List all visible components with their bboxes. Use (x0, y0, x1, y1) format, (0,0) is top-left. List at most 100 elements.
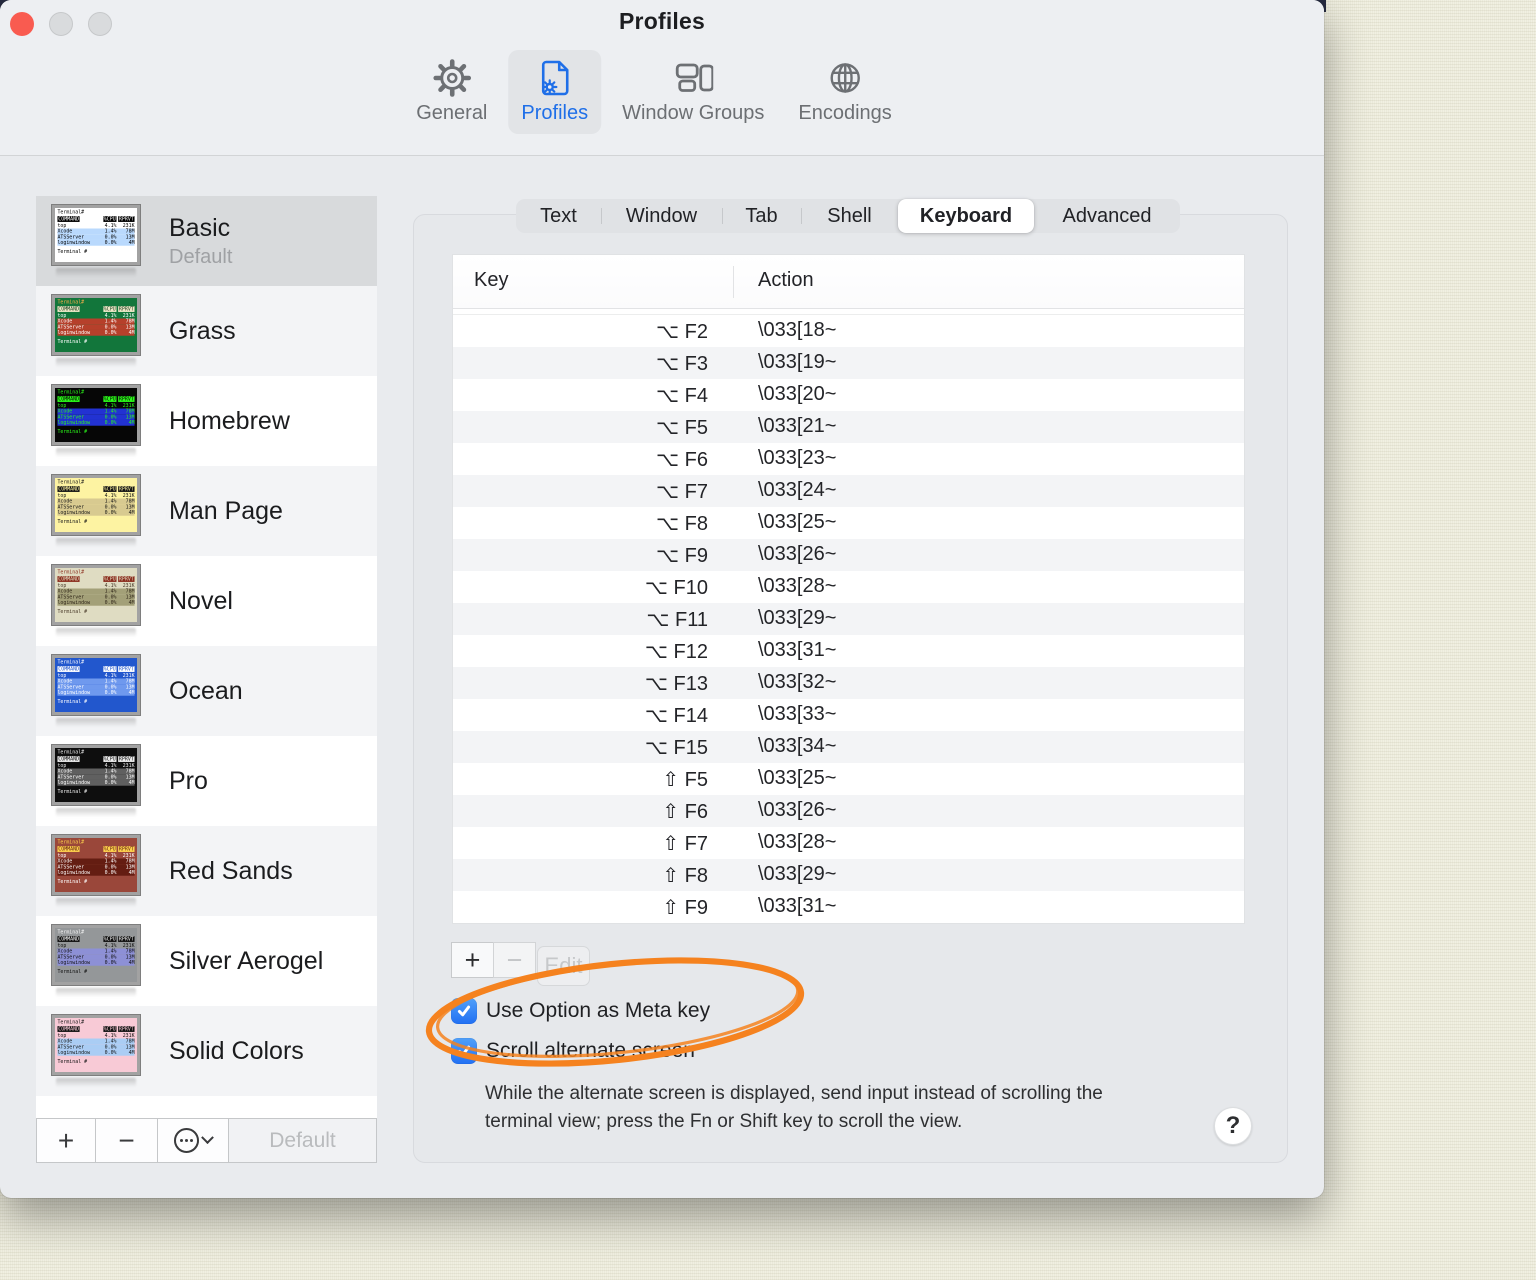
window-title: Profiles (619, 8, 705, 34)
key-mapping-row[interactable]: ⌥ F2 \033[18~ (453, 315, 1244, 347)
key-mapping-row[interactable]: ⌥ F7 \033[24~ (453, 475, 1244, 507)
checkmark-icon (457, 1045, 471, 1056)
action-cell: \033[28~ (758, 575, 837, 597)
action-cell: \033[33~ (758, 703, 837, 725)
thumbnail-reflection (56, 718, 136, 727)
thumbnail-reflection (56, 358, 136, 367)
profile-list-item-man-page[interactable]: Terminal# COMMAND %CPU RPRVT top 4.1% 231K X… (36, 466, 377, 556)
key-cell: ⌥ F14 (644, 705, 708, 727)
key-mapping-row[interactable]: ⇧ F6 \033[26~ (453, 795, 1244, 827)
add-key-mapping-button[interactable]: + (451, 942, 494, 978)
mini-terminal-preview: Terminal# COMMAND %CPU RPRVT top 4.1% 231K X… (57, 929, 135, 975)
profile-list-item-basic[interactable]: Terminal# COMMAND %CPU RPRVT top 4.1% 231K X… (36, 196, 377, 286)
key-mapping-row[interactable]: ⌥ F6 \033[23~ (453, 443, 1244, 475)
mini-terminal-preview: Terminal# COMMAND %CPU RPRVT top 4.1% 231K X… (57, 1019, 135, 1065)
thumbnail-reflection (56, 988, 136, 997)
checkbox-row-use-option-as-meta-key[interactable]: Use Option as Meta key (451, 997, 710, 1024)
toolbar-item-window-groups[interactable]: Window Groups (609, 50, 777, 134)
thumbnail-reflection (56, 268, 136, 277)
profile-list-item-ocean[interactable]: Terminal# COMMAND %CPU RPRVT top 4.1% 231K X… (36, 646, 377, 736)
profile-list-item-solid-colors[interactable]: Terminal# COMMAND %CPU RPRVT top 4.1% 231K X… (36, 1006, 377, 1096)
checkbox-row-scroll-alternate-screen[interactable]: Scroll alternate screen (451, 1037, 710, 1064)
action-cell: \033[24~ (758, 479, 837, 501)
key-cell: ⌥ F10 (644, 577, 708, 599)
key-mapping-row[interactable]: ⌥ F13 \033[32~ (453, 667, 1244, 699)
toolbar-icon-slot (673, 58, 714, 98)
checkbox[interactable] (451, 1037, 477, 1064)
profile-thumbnail: Terminal# COMMAND %CPU RPRVT top 4.1% 231K X… (52, 1015, 140, 1087)
profile-tab-bar: Text Window Tab Shell Keyboard Advanced (516, 199, 1180, 233)
thumbnail-reflection (56, 1078, 136, 1087)
tab-keyboard[interactable]: Keyboard (898, 199, 1034, 233)
tab-advanced[interactable]: Advanced (1034, 199, 1180, 233)
profile-list-item-novel[interactable]: Terminal# COMMAND %CPU RPRVT top 4.1% 231K X… (36, 556, 377, 646)
profile-list-item-silver-aerogel[interactable]: Terminal# COMMAND %CPU RPRVT top 4.1% 231K X… (36, 916, 377, 1006)
key-mapping-row[interactable]: ⌥ F5 \033[21~ (453, 411, 1244, 443)
add-profile-button[interactable]: + (37, 1119, 96, 1162)
mini-terminal-preview: Terminal# COMMAND %CPU RPRVT top 4.1% 231K X… (57, 659, 135, 705)
key-mapping-row[interactable]: ⌥ F10 \033[28~ (453, 571, 1244, 603)
help-button[interactable]: ? (1214, 1107, 1252, 1145)
tab-label: Shell (827, 204, 872, 227)
key-cell: ⇧ F6 (662, 801, 708, 823)
key-mapping-row[interactable]: ⇧ F9 \033[31~ (453, 891, 1244, 923)
key-cell: ⇧ F8 (662, 865, 708, 887)
key-mapping-row[interactable]: ⌥ F3 \033[19~ (453, 347, 1244, 379)
remove-profile-button[interactable]: − (96, 1119, 158, 1162)
key-mapping-row[interactable]: ⇧ F8 \033[29~ (453, 859, 1244, 891)
profile-list-item-pro[interactable]: Terminal# COMMAND %CPU RPRVT top 4.1% 231K X… (36, 736, 377, 826)
key-cell: ⌥ F4 (656, 385, 708, 407)
tab-shell[interactable]: Shell (801, 199, 898, 233)
key-mapping-row[interactable]: ⌥ F14 \033[33~ (453, 699, 1244, 731)
key-cell: ⌥ F11 (646, 609, 708, 631)
key-mapping-row[interactable]: ⇧ F5 \033[25~ (453, 763, 1244, 795)
mini-terminal-preview: Terminal# COMMAND %CPU RPRVT top 4.1% 231K X… (57, 839, 135, 885)
remove-key-mapping-button[interactable]: − (493, 942, 536, 978)
key-cell: ⌥ F7 (656, 481, 708, 503)
checkbox-label: Use Option as Meta key (486, 998, 711, 1022)
set-default-button[interactable]: Default (229, 1119, 376, 1162)
action-cell: \033[34~ (758, 735, 837, 757)
profile-list-item-grass[interactable]: Terminal# COMMAND %CPU RPRVT top 4.1% 231K X… (36, 286, 377, 376)
preferences-toolbar: General Profiles Window Groups Encodings (403, 50, 905, 134)
action-cell: \033[29~ (758, 863, 837, 885)
tab-label: Text (540, 204, 577, 227)
chevron-down-icon (201, 1131, 214, 1145)
key-mapping-row[interactable]: ⌥ F12 \033[31~ (453, 635, 1244, 667)
toolbar-item-general[interactable]: General (403, 50, 500, 134)
profile-thumbnail: Terminal# COMMAND %CPU RPRVT top 4.1% 231K X… (52, 565, 140, 637)
toolbar-item-profiles[interactable]: Profiles (508, 50, 602, 134)
thumbnail-reflection (56, 538, 136, 547)
key-cell: ⌥ F8 (656, 513, 708, 535)
key-cell: ⌥ F5 (656, 417, 708, 439)
toolbar-icon-slot (825, 58, 865, 98)
tab-tab[interactable]: Tab (722, 199, 801, 233)
action-cell: \033[26~ (758, 799, 837, 821)
tab-window[interactable]: Window (601, 199, 722, 233)
tab-text[interactable]: Text (516, 199, 601, 233)
key-mapping-row[interactable]: ⇧ F7 \033[28~ (453, 827, 1244, 859)
profile-list-item-red-sands[interactable]: Terminal# COMMAND %CPU RPRVT top 4.1% 231K X… (36, 826, 377, 916)
mini-terminal-preview: Terminal# COMMAND %CPU RPRVT top 4.1% 231K X… (57, 389, 135, 435)
toolbar-item-encodings[interactable]: Encodings (785, 50, 904, 134)
key-mapping-row[interactable]: ⌥ F4 \033[20~ (453, 379, 1244, 411)
key-mapping-row[interactable]: ⌥ F9 \033[26~ (453, 539, 1244, 571)
edit-key-mapping-button[interactable]: Edit (537, 946, 590, 986)
key-mapping-row[interactable]: ⌥ F8 \033[25~ (453, 507, 1244, 539)
key-mapping-row[interactable]: ⌥ F11 \033[29~ (453, 603, 1244, 635)
key-mapping-row[interactable]: ⌥ F15 \033[34~ (453, 731, 1244, 763)
profile-thumbnail: Terminal# COMMAND %CPU RPRVT top 4.1% 231K X… (52, 295, 140, 367)
profile-list-item-homebrew[interactable]: Terminal# COMMAND %CPU RPRVT top 4.1% 231K X… (36, 376, 377, 466)
toolbar-item-label: Encodings (798, 102, 892, 124)
profile-name: Novel (169, 586, 233, 615)
profile-name: Solid Colors (169, 1036, 304, 1065)
profile-thumbnail: Terminal# COMMAND %CPU RPRVT top 4.1% 231K X… (52, 655, 140, 727)
checkbox[interactable] (451, 997, 477, 1024)
checkbox-label: Scroll alternate screen (486, 1038, 695, 1062)
action-cell: \033[29~ (758, 607, 837, 629)
profile-actions-menu-button[interactable] (158, 1119, 229, 1162)
tab-label: Advanced (1062, 204, 1152, 227)
checkmark-icon (457, 1005, 471, 1016)
key-cell: ⇧ F9 (662, 897, 708, 919)
profile-name: Man Page (169, 496, 283, 525)
